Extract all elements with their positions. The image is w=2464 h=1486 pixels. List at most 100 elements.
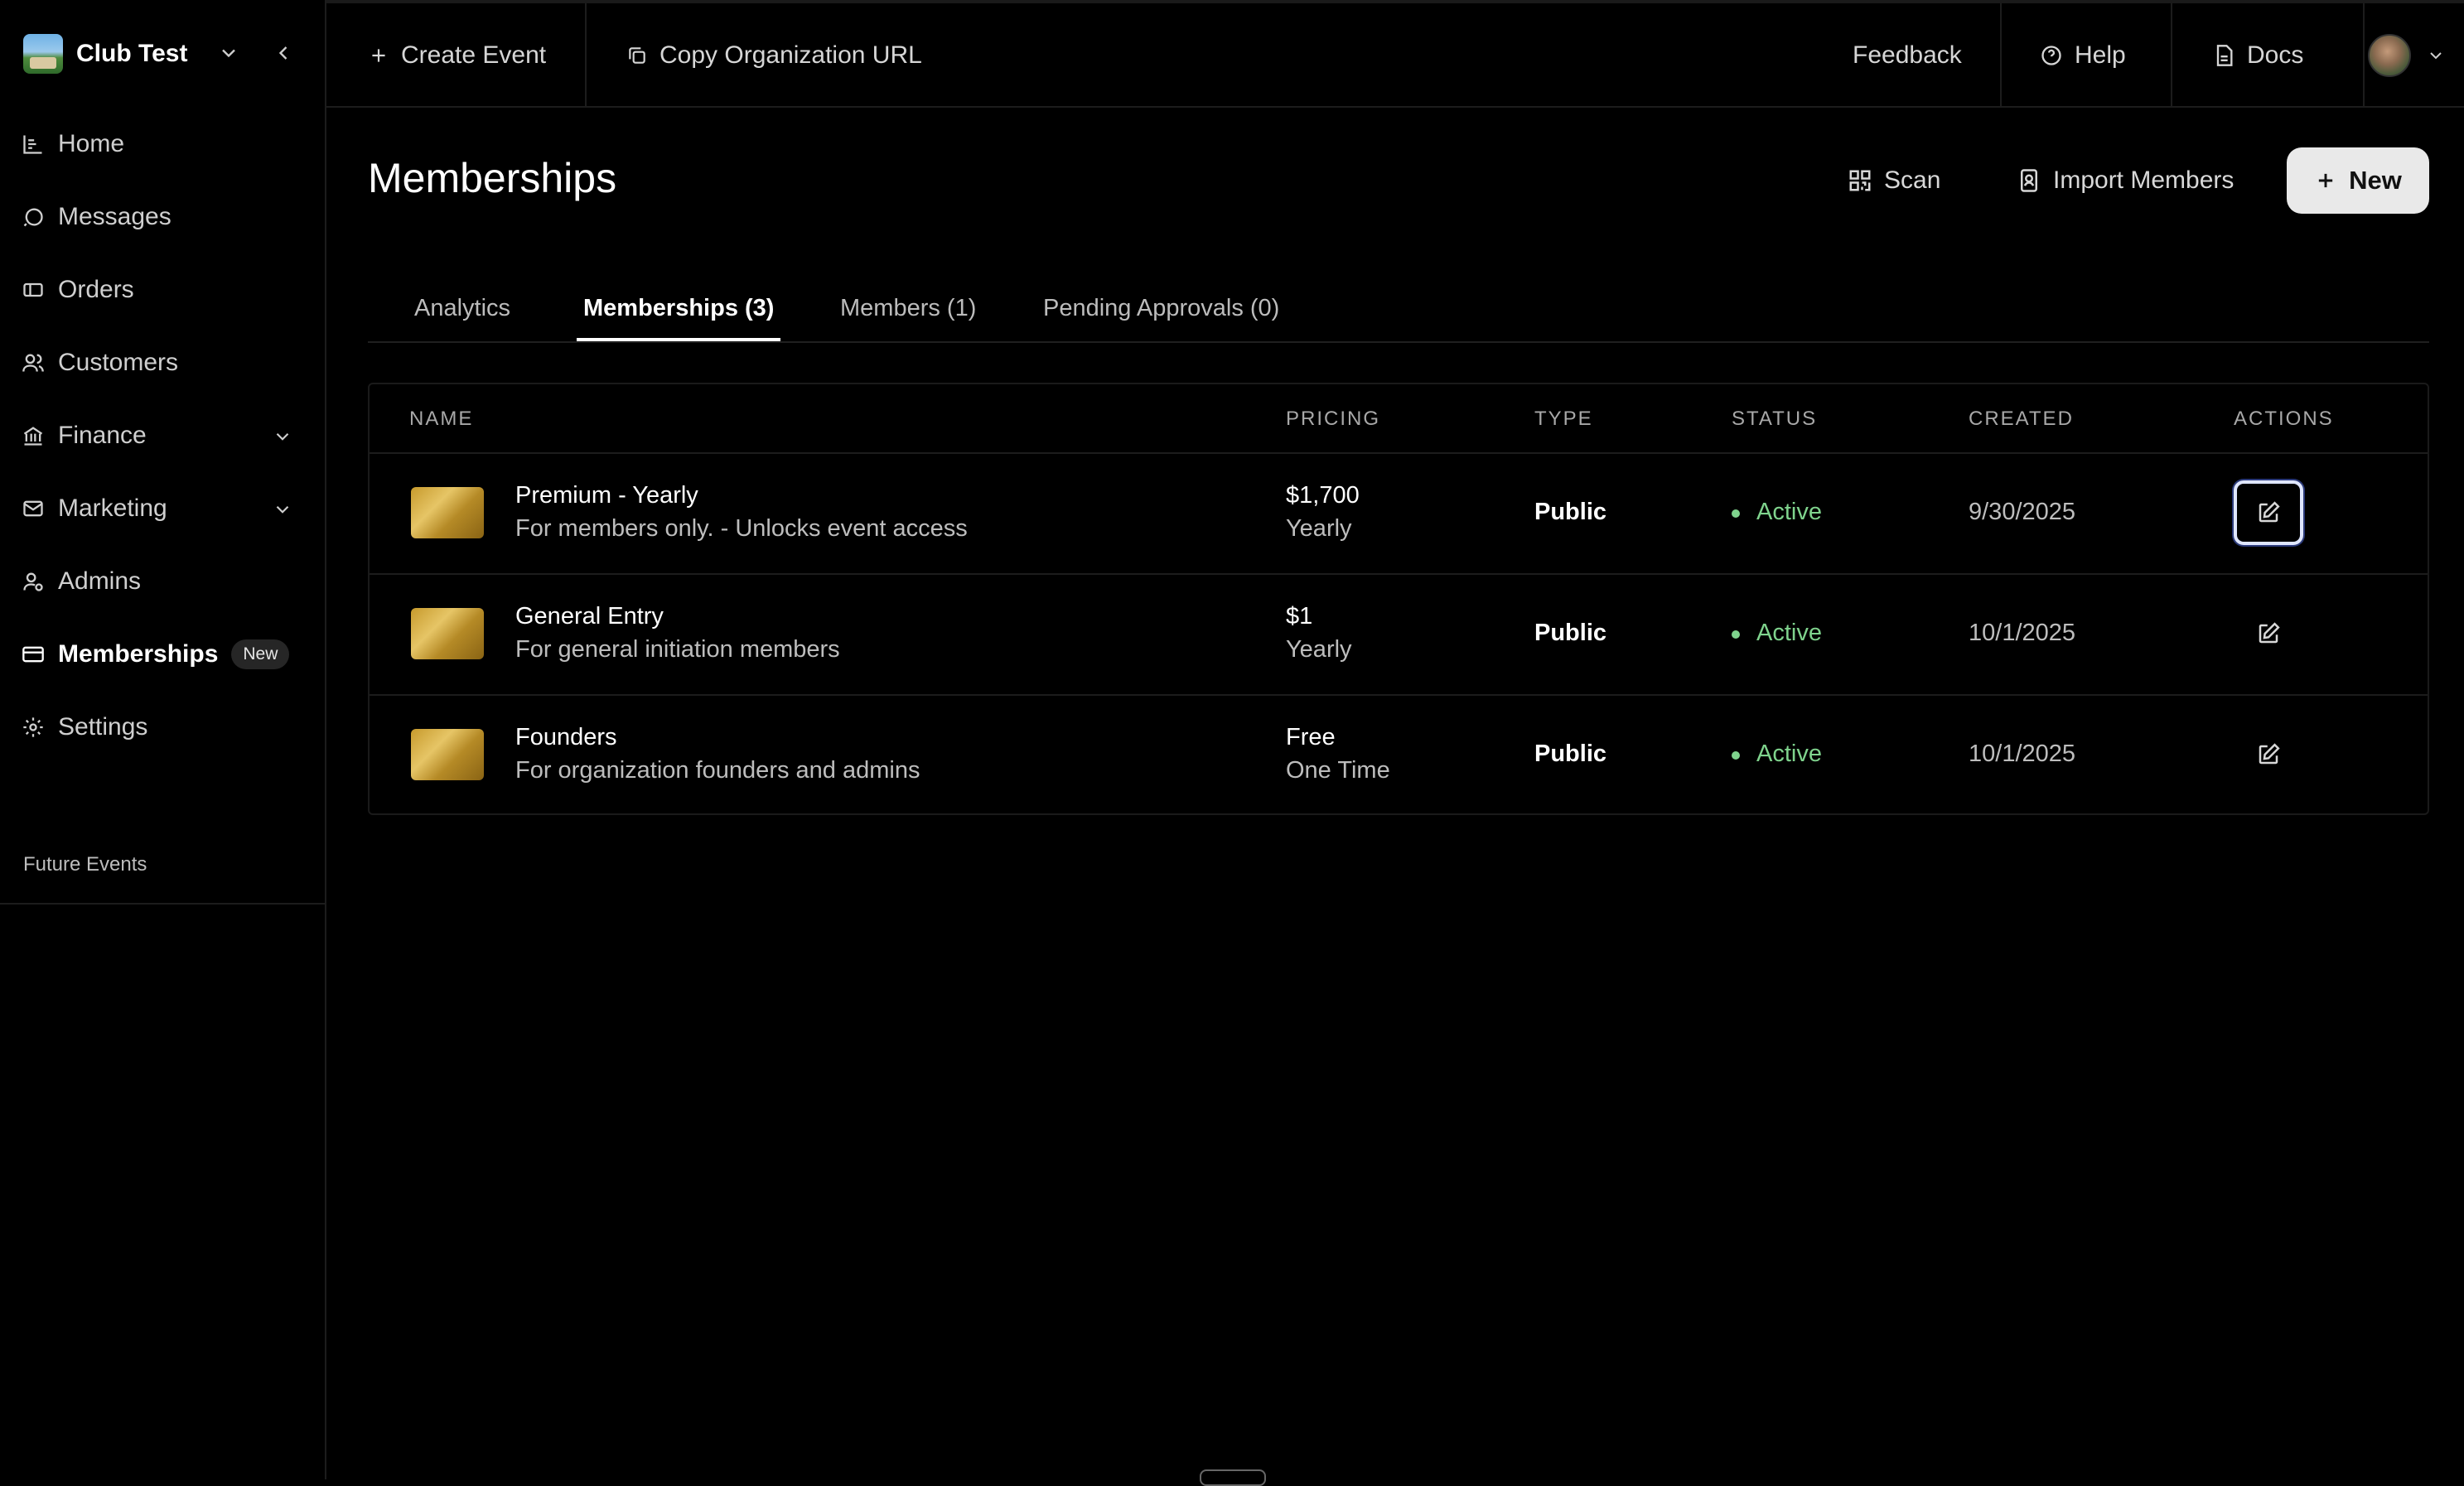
membership-price: Free bbox=[1286, 724, 1336, 750]
users-icon bbox=[17, 351, 58, 374]
help-button[interactable]: Help bbox=[2040, 3, 2126, 108]
feedback-button[interactable]: Feedback bbox=[1853, 3, 1962, 108]
edit-button[interactable] bbox=[2234, 722, 2303, 787]
sidebar-item-finance[interactable]: Finance bbox=[17, 409, 310, 462]
divider bbox=[2000, 3, 2002, 108]
sidebar-item-admins[interactable]: Admins bbox=[17, 555, 310, 608]
sidebar-item-label: Home bbox=[58, 130, 125, 157]
column-header-name: NAME bbox=[409, 408, 474, 430]
membership-created: 9/30/2025 bbox=[1969, 499, 2076, 525]
chevron-down-icon[interactable] bbox=[272, 499, 293, 520]
sidebar-item-settings[interactable]: Settings bbox=[17, 701, 310, 754]
membership-name: General Entry bbox=[515, 603, 664, 630]
sidebar-item-label: Finance bbox=[58, 422, 147, 449]
docs-button[interactable]: Docs bbox=[2212, 3, 2303, 108]
column-header-status: STATUS bbox=[1732, 408, 1818, 430]
membership-price: $1,700 bbox=[1286, 482, 1360, 509]
plus-icon bbox=[368, 45, 389, 66]
tab-pending-approvals[interactable]: Pending Approvals (0) bbox=[1043, 282, 1279, 341]
import-members-button[interactable]: Import Members bbox=[2017, 147, 2234, 214]
create-event-button[interactable]: Create Event bbox=[368, 3, 546, 108]
contact-card-icon bbox=[2017, 168, 2041, 193]
sidebar: Club Test Home Messages Orders Customers… bbox=[0, 0, 326, 1479]
status-badge: Active bbox=[1732, 741, 1822, 768]
message-icon bbox=[17, 205, 58, 229]
chart-icon bbox=[17, 133, 58, 156]
sidebar-item-memberships[interactable]: Memberships New bbox=[17, 628, 310, 681]
edit-icon bbox=[2256, 742, 2281, 767]
top-bar: Create Event Copy Organization URL Feedb… bbox=[326, 0, 2464, 108]
chevron-down-icon[interactable] bbox=[272, 426, 293, 447]
mail-icon bbox=[17, 497, 58, 520]
scan-label: Scan bbox=[1884, 166, 1941, 194]
table-row[interactable]: Premium - Yearly For members only. - Unl… bbox=[370, 452, 2428, 575]
tab-members[interactable]: Members (1) bbox=[840, 282, 976, 341]
membership-price: $1 bbox=[1286, 603, 1313, 630]
membership-type: Public bbox=[1534, 620, 1607, 646]
future-events-label: Future Events bbox=[23, 853, 147, 876]
sidebar-item-label: Messages bbox=[58, 203, 172, 230]
status-dot-icon bbox=[1732, 630, 1740, 639]
edit-button[interactable] bbox=[2234, 480, 2303, 545]
edit-icon bbox=[2256, 500, 2281, 525]
membership-description: For organization founders and admins bbox=[515, 757, 920, 784]
document-icon bbox=[2212, 44, 2235, 67]
membership-cycle: Yearly bbox=[1286, 515, 1352, 542]
membership-name: Premium - Yearly bbox=[515, 482, 698, 509]
table-row[interactable]: General Entry For general initiation mem… bbox=[370, 573, 2428, 696]
divider bbox=[2171, 3, 2172, 108]
import-members-label: Import Members bbox=[2053, 166, 2235, 194]
docs-label: Docs bbox=[2247, 41, 2304, 69]
org-switcher[interactable]: Club Test bbox=[23, 33, 305, 75]
org-logo bbox=[23, 34, 63, 74]
gear-icon bbox=[17, 716, 58, 739]
column-header-type: TYPE bbox=[1534, 408, 1593, 430]
ticket-icon bbox=[17, 278, 58, 302]
page-title: Memberships bbox=[368, 155, 617, 201]
sidebar-item-customers[interactable]: Customers bbox=[17, 336, 310, 389]
sidebar-item-label: Orders bbox=[58, 276, 134, 303]
new-membership-button[interactable]: New bbox=[2287, 147, 2429, 214]
sidebar-item-label: Marketing bbox=[58, 495, 167, 522]
card-icon bbox=[17, 643, 58, 666]
sidebar-item-orders[interactable]: Orders bbox=[17, 263, 310, 316]
edit-icon bbox=[2256, 621, 2281, 646]
create-event-label: Create Event bbox=[401, 41, 547, 69]
membership-card-image bbox=[411, 729, 484, 780]
sidebar-item-label: Memberships bbox=[58, 640, 219, 668]
status-label: Active bbox=[1756, 741, 1822, 767]
membership-type: Public bbox=[1534, 499, 1607, 525]
bottom-drawer-handle[interactable] bbox=[1200, 1469, 1266, 1486]
status-label: Active bbox=[1756, 499, 1822, 525]
sidebar-item-label: Settings bbox=[58, 713, 148, 741]
status-dot-icon bbox=[1732, 509, 1740, 518]
membership-cycle: Yearly bbox=[1286, 636, 1352, 663]
avatar bbox=[2368, 34, 2411, 77]
sidebar-item-home[interactable]: Home bbox=[17, 118, 310, 171]
copy-url-button[interactable]: Copy Organization URL bbox=[626, 3, 922, 108]
user-gear-icon bbox=[17, 570, 58, 593]
copy-url-label: Copy Organization URL bbox=[659, 41, 922, 69]
divider bbox=[2363, 3, 2365, 108]
tab-analytics[interactable]: Analytics bbox=[414, 282, 510, 341]
column-header-actions: ACTIONS bbox=[2234, 408, 2334, 430]
chevron-down-icon[interactable] bbox=[217, 41, 240, 65]
new-badge: New bbox=[231, 639, 290, 669]
status-badge: Active bbox=[1732, 620, 1822, 647]
sidebar-item-label: Admins bbox=[58, 567, 142, 595]
sidebar-item-messages[interactable]: Messages bbox=[17, 191, 310, 244]
membership-created: 10/1/2025 bbox=[1969, 741, 2076, 767]
edit-button[interactable] bbox=[2234, 601, 2303, 666]
collapse-sidebar-icon[interactable] bbox=[272, 41, 295, 65]
column-header-created: CREATED bbox=[1969, 408, 2074, 430]
tab-memberships[interactable]: Memberships (3) bbox=[577, 282, 781, 341]
membership-description: For general initiation members bbox=[515, 636, 840, 663]
bank-icon bbox=[17, 424, 58, 447]
scan-button[interactable]: Scan bbox=[1848, 147, 1940, 214]
sidebar-item-marketing[interactable]: Marketing bbox=[17, 482, 310, 535]
chevron-down-icon bbox=[2426, 46, 2446, 65]
table-row[interactable]: Founders For organization founders and a… bbox=[370, 694, 2428, 817]
status-dot-icon bbox=[1732, 750, 1740, 760]
user-menu[interactable] bbox=[2368, 3, 2446, 108]
membership-name: Founders bbox=[515, 724, 617, 750]
